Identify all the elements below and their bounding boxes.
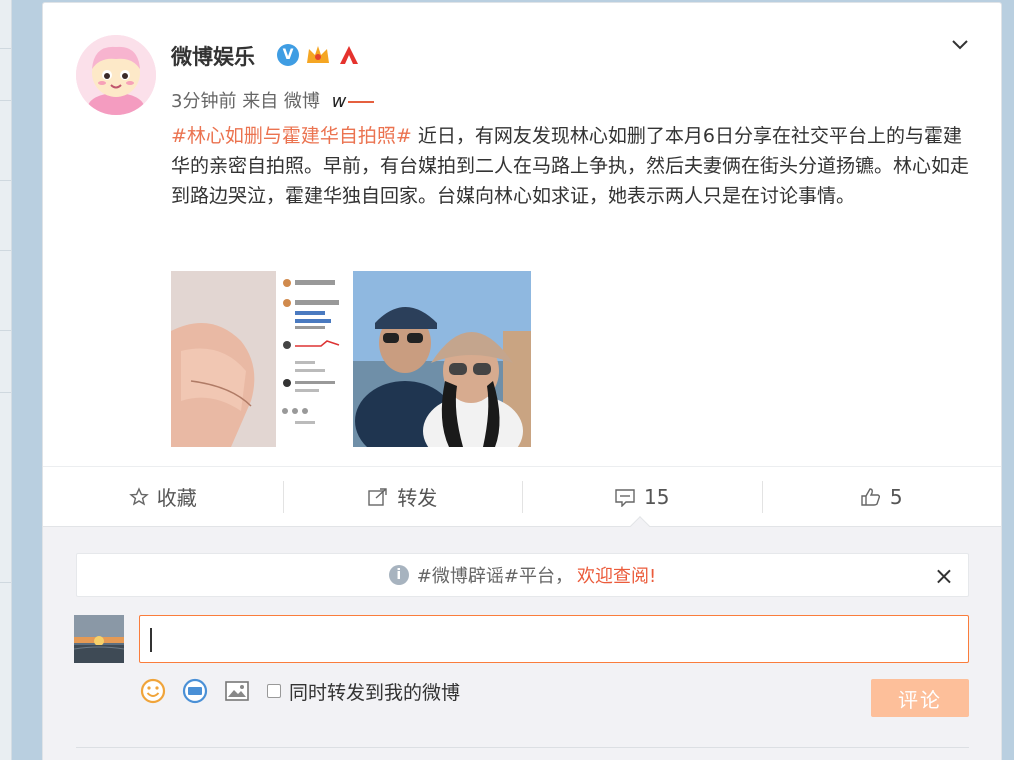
weibo-post-card: 微博娱乐 V 3分钟前 来自 微博 w #林心如删与霍建华自拍照# 近日，有网友… [42,2,1002,760]
red-badge-icon[interactable] [337,43,361,67]
composer-toolbar: 同时转发到我的微博 [139,677,460,705]
smiley-icon [140,678,166,704]
divider [76,747,969,748]
gif-icon [182,678,208,704]
sunset-avatar-image [74,615,124,663]
divider [0,582,11,583]
like-count: 5 [889,484,903,509]
divider [0,250,11,251]
verified-icon[interactable]: V [277,44,299,66]
favorite-button[interactable]: 收藏 [43,467,283,526]
post-time[interactable]: 3分钟前 [171,91,236,112]
sync-repost-checkbox[interactable] [267,684,281,698]
selfie-image [353,271,531,447]
post-meta: 3分钟前 来自 微博 w [171,87,375,113]
thumbs-up-icon [861,487,880,506]
notice-welcome-link[interactable]: 欢迎查阅! [577,562,656,588]
crown-badge-icon[interactable] [305,43,331,67]
comment-area: i #微博辟谣#平台， 欢迎查阅! × 同时转发到我的微博 评论 [43,516,1001,760]
avatar-cartoon-icon [76,35,156,115]
post-from-label: 来自 [242,91,279,112]
my-avatar[interactable] [74,615,124,663]
avatar[interactable] [76,35,156,115]
comment-count: 15 [644,484,670,509]
text-cursor [150,628,152,652]
user-badges: V [277,43,361,67]
repost-button[interactable]: 转发 [282,467,523,526]
submit-comment-button[interactable]: 评论 [871,679,969,717]
repost-label: 转发 [397,486,438,510]
divider [0,330,11,331]
post-image-selfie[interactable] [353,271,531,447]
sync-repost-label: 同时转发到我的微博 [289,681,461,704]
divider [0,392,11,393]
info-icon: i [388,565,409,585]
image-button[interactable] [223,677,251,705]
notice-text[interactable]: #微博辟谣#平台， [417,562,573,588]
rumor-notice-bar: i #微博辟谣#平台， 欢迎查阅! × [76,553,969,597]
post-image-screenshot[interactable] [171,271,349,447]
comment-input[interactable] [139,615,969,663]
gif-button[interactable] [181,677,209,705]
post-images [171,271,531,447]
username[interactable]: 微博娱乐 [171,41,255,71]
star-icon [128,486,149,505]
emoji-button[interactable] [139,677,167,705]
action-bar: 收藏 转发 15 5 [43,466,1001,526]
favorite-label: 收藏 [156,486,197,510]
left-sidebar-strip [0,0,12,760]
sync-repost-option[interactable]: 同时转发到我的微博 [267,678,460,705]
post-source[interactable]: 微博 [284,91,320,112]
source-signature: w [332,91,375,112]
close-icon[interactable]: × [934,562,954,590]
share-icon [368,487,387,506]
divider [0,48,11,49]
source-w: w [331,91,347,112]
signature-underline [348,101,375,103]
comment-icon [615,488,635,507]
divider [0,180,11,181]
post-text: #林心如删与霍建华自拍照# 近日，有网友发现林心如删了本月6日分享在社交平台上的… [171,121,971,211]
divider [0,100,11,101]
topic-link[interactable]: #林心如删与霍建华自拍照# [171,125,412,147]
screenshot-image [171,271,349,447]
like-button[interactable]: 5 [761,467,1002,526]
image-icon [225,681,249,701]
chevron-down-icon[interactable] [949,33,971,55]
